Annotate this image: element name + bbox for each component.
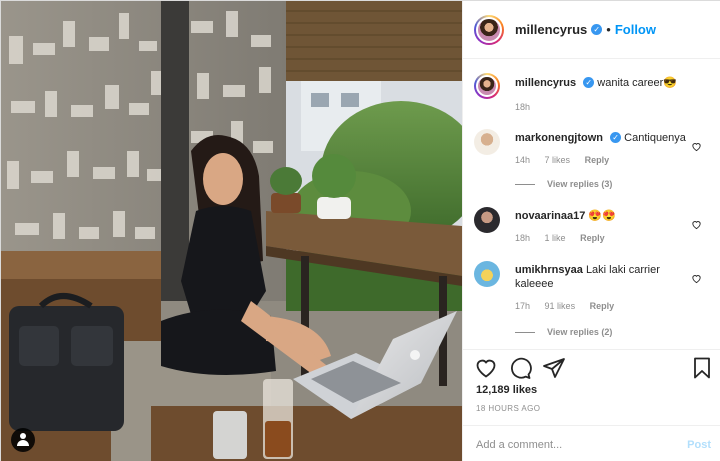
view-replies-button[interactable]: View replies (3) — [515, 179, 612, 189]
comment-likes[interactable]: 91 likes — [545, 301, 576, 311]
bookmark-icon[interactable] — [690, 356, 714, 380]
commenter-avatar[interactable] — [474, 261, 500, 287]
comment-item: umikhrnsyaa Laki laki carrier kaleeee 17… — [474, 261, 714, 347]
separator-dot: • — [606, 22, 611, 37]
view-replies-button[interactable]: View replies (2) — [515, 327, 612, 337]
post-header: millencyrus ✓ • Follow — [463, 1, 720, 59]
comment-like-icon[interactable] — [691, 141, 702, 152]
commenter-username[interactable]: markonengjtown — [515, 132, 603, 144]
reply-button[interactable]: Reply — [590, 301, 615, 311]
verified-badge-icon: ✓ — [583, 77, 595, 88]
post-photo[interactable] — [1, 1, 462, 461]
caption-age[interactable]: 18h — [515, 102, 530, 112]
comment-input[interactable] — [476, 438, 688, 451]
caption-avatar[interactable] — [474, 73, 500, 99]
comment-age[interactable]: 17h — [515, 301, 530, 311]
post-comment-button[interactable]: Post — [687, 439, 711, 451]
post-timestamp[interactable]: 18 HOURS AGO — [476, 404, 540, 413]
like-count[interactable]: 12,189 likes — [476, 384, 537, 396]
verified-badge-icon: ✓ — [610, 132, 622, 143]
post-actions: 12,189 likes 18 HOURS AGO Post — [463, 349, 720, 461]
comment-like-icon[interactable] — [691, 219, 702, 230]
author-username[interactable]: millencyrus — [515, 22, 587, 37]
caption-text: wanita career😎 — [597, 77, 677, 89]
commenter-username[interactable]: novaarinaa17 — [515, 210, 585, 222]
comment-age[interactable]: 18h — [515, 233, 530, 243]
verified-badge-icon: ✓ — [591, 24, 603, 35]
add-comment-bar: Post — [463, 425, 720, 461]
share-icon[interactable] — [542, 356, 566, 380]
post-caption: millencyrus ✓ wanita career😎 18h — [474, 73, 714, 119]
caption-username[interactable]: millencyrus — [515, 77, 576, 89]
commenter-username[interactable]: umikhrnsyaa — [515, 264, 583, 276]
reply-button[interactable]: Reply — [580, 233, 605, 243]
comment-text: Cantiquenya — [624, 132, 686, 144]
comment-item: novaarinaa17 😍😍 18h 1 like Reply — [474, 207, 714, 257]
commenter-avatar[interactable] — [474, 207, 500, 233]
comment-like-icon[interactable] — [691, 273, 702, 284]
reply-button[interactable]: Reply — [585, 155, 610, 165]
view-replies-label: View replies (3) — [547, 179, 613, 189]
instagram-post-modal: millencyrus ✓ • Follow millencyrus ✓ wan… — [0, 0, 720, 461]
author-avatar[interactable] — [474, 14, 504, 45]
user-tag-icon[interactable] — [11, 428, 35, 452]
comment-text: 😍😍 — [588, 210, 616, 222]
heart-icon[interactable] — [474, 356, 498, 380]
comment-likes[interactable]: 7 likes — [545, 155, 571, 165]
commenter-avatar[interactable] — [474, 129, 500, 155]
comment-likes[interactable]: 1 like — [545, 233, 566, 243]
view-replies-label: View replies (2) — [547, 327, 613, 337]
comment-item: markonengjtown ✓ Cantiquenya 14h 7 likes… — [474, 129, 714, 199]
post-photo-illustration — [1, 1, 462, 461]
comment-icon[interactable] — [508, 356, 532, 380]
comment-list[interactable]: millencyrus ✓ wanita career😎 18h markone… — [463, 59, 720, 349]
post-side-panel: millencyrus ✓ • Follow millencyrus ✓ wan… — [462, 1, 720, 461]
action-icon-row — [474, 356, 714, 382]
follow-button[interactable]: Follow — [615, 22, 656, 37]
comment-age[interactable]: 14h — [515, 155, 530, 165]
